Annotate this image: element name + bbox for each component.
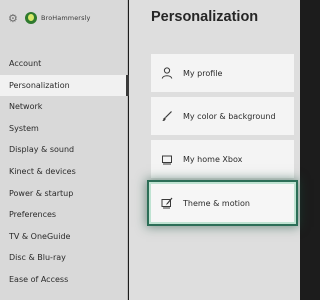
avatar[interactable] [25,12,37,24]
gamertag: BroHammersly [41,14,91,22]
sidebar-item-disc-bluray[interactable]: Disc & Blu-ray [0,247,128,269]
my-color-background-label: My color & background [183,111,276,121]
settings-nav: Account Personalization Network System D… [0,53,129,291]
sidebar-item-display-sound[interactable]: Display & sound [0,139,128,161]
person-icon [161,67,173,79]
sidebar-item-ease-of-access[interactable]: Ease of Access [0,269,128,291]
profile-bar: ⚙ BroHammersly [8,10,90,26]
theme-motion-label: Theme & motion [183,198,250,208]
brush-icon [161,110,173,122]
my-home-xbox-tile[interactable]: My home Xbox [151,140,294,178]
console-icon [161,153,173,165]
sidebar-item-personalization[interactable]: Personalization [0,74,129,97]
sidebar-item-power-startup[interactable]: Power & startup [0,183,128,205]
settings-sidebar: ⚙ BroHammersly Account Personalization N… [0,0,129,300]
my-color-background-tile[interactable]: My color & background [151,97,294,135]
page-title: Personalization [151,9,259,25]
sidebar-item-network[interactable]: Network [0,96,128,118]
my-profile-label: My profile [183,68,223,78]
personalization-panel: Personalization My profile My color & ba… [129,0,300,300]
sidebar-item-system[interactable]: System [0,118,128,140]
sidebar-item-tv-oneguide[interactable]: TV & OneGuide [0,226,128,248]
gear-icon[interactable]: ⚙ [8,13,19,24]
my-profile-tile[interactable]: My profile [151,54,294,92]
my-home-xbox-label: My home Xbox [183,154,243,164]
sidebar-item-preferences[interactable]: Preferences [0,204,128,226]
sidebar-item-account[interactable]: Account [0,53,128,75]
theme-icon [161,197,173,209]
sidebar-item-kinect-devices[interactable]: Kinect & devices [0,161,128,183]
theme-motion-tile[interactable]: Theme & motion [149,182,296,224]
